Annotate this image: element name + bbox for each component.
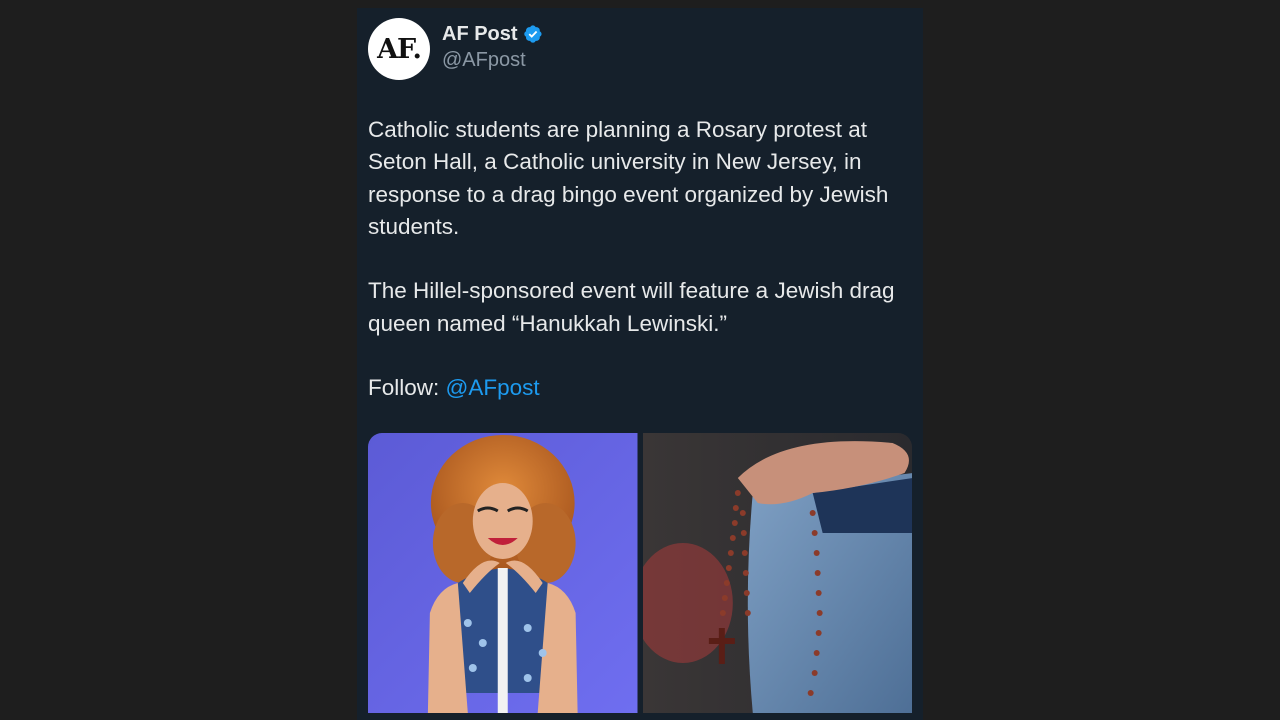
display-name[interactable]: AF Post — [442, 23, 518, 46]
name-row: AF Post — [442, 23, 543, 46]
tweet-card[interactable]: AF. AF Post @AFpost Catholic students ar… — [357, 8, 923, 720]
avatar[interactable]: AF. — [368, 18, 430, 80]
media-grid — [368, 433, 912, 713]
screen: AF. AF Post @AFpost Catholic students ar… — [0, 0, 1280, 720]
follow-line: Follow: @AFpost — [368, 372, 918, 404]
media-image-drag-performer[interactable] — [368, 433, 638, 713]
verified-badge-icon — [523, 24, 543, 44]
follow-link[interactable]: @AFpost — [446, 375, 540, 400]
media-image-rosary[interactable] — [642, 433, 912, 713]
author-block: AF Post @AFpost — [442, 23, 543, 72]
tweet-paragraph-2: The Hillel-sponsored event will feature … — [368, 278, 895, 336]
rosary-photo — [642, 433, 912, 713]
tweet-header: AF. AF Post @AFpost — [368, 18, 543, 80]
tweet-body: Catholic students are planning a Rosary … — [368, 114, 918, 437]
handle[interactable]: @AFpost — [442, 49, 543, 72]
follow-label: Follow: — [368, 375, 446, 401]
drag-performer-photo — [368, 433, 638, 713]
tweet-paragraph-1: Catholic students are planning a Rosary … — [368, 117, 889, 239]
